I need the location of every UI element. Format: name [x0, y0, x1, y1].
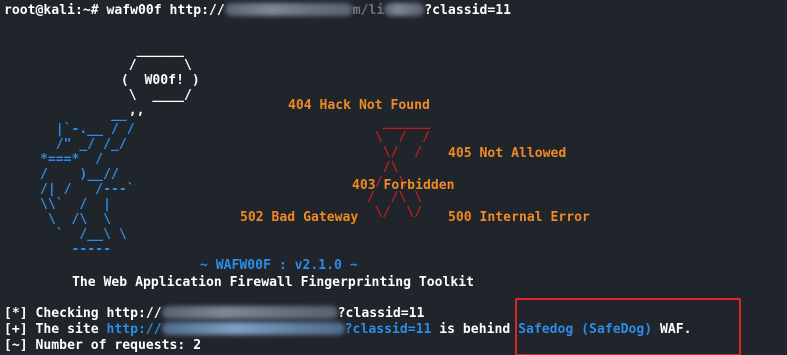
- site-url-start: http://: [106, 322, 162, 337]
- redacted-url: [161, 322, 345, 335]
- error-404-label: 404 Hack Not Found: [288, 98, 430, 113]
- redacted-url: [224, 3, 353, 16]
- error-502-label: 502 Bad Gateway: [240, 210, 359, 225]
- error-500-label: 500 Internal Error: [448, 210, 590, 225]
- error-405-label: 405 Not Allowed: [448, 146, 567, 161]
- shell-prompt: root@kali:~#: [4, 3, 107, 18]
- waf-highlight-box: [515, 298, 741, 355]
- requests-line: [~] Number of requests: 2: [4, 338, 202, 353]
- checking-line: [*] Checking http:// ?classid=11: [4, 306, 424, 322]
- behind-text: is behind: [431, 322, 519, 337]
- command-line: root@kali:~# wafw00f http://m/li ?classid…: [4, 3, 511, 18]
- site-url-end: ?classid=11: [344, 322, 432, 337]
- site-prefix: [+] The site: [4, 322, 107, 337]
- dog-ascii-art: __ |`-.__ / / /" _/ /_/ *===* / / )__// …: [40, 107, 135, 257]
- x-ascii-art: ______ \ / / \/ / /\ / \ / /\ \ \/ \/: [367, 115, 431, 220]
- checking-prefix: [*] Checking http://: [4, 306, 162, 321]
- command-text: wafw00f http://: [106, 3, 225, 18]
- version-banner: ~ WAFW00F : v2.1.0 ~: [200, 258, 358, 273]
- checking-suffix: ?classid=11: [337, 306, 425, 321]
- command-query: ?classid=11: [424, 3, 511, 18]
- redacted-url: [161, 306, 338, 319]
- terminal-window[interactable]: root@kali:~# wafw00f http://m/li ?classid…: [0, 0, 787, 355]
- error-403-label: 403 Forbidden: [352, 178, 455, 193]
- toolkit-subtitle: The Web Application Firewall Fingerprint…: [72, 275, 475, 290]
- redacted-path: [384, 3, 425, 16]
